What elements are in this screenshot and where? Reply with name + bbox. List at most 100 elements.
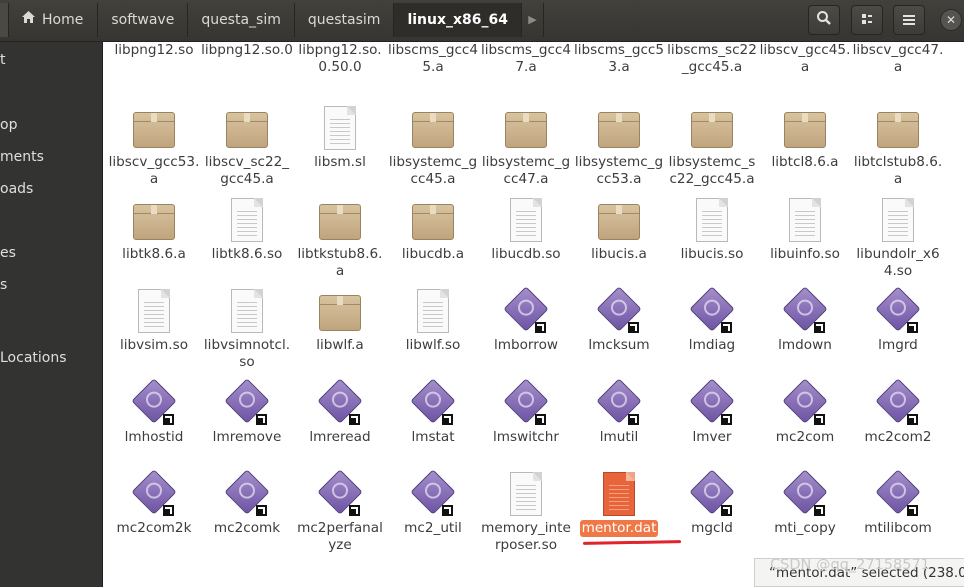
sidebar-item-desktop[interactable]: op bbox=[0, 117, 17, 133]
breadcrumb-home[interactable]: Home bbox=[9, 3, 99, 37]
file-item[interactable]: libpng12.so.0 bbox=[199, 42, 295, 59]
file-name: libtcl8.6.a bbox=[771, 154, 839, 170]
breadcrumb-questasim[interactable]: questasim bbox=[295, 3, 395, 37]
file-name: libscms_gcc53.a bbox=[573, 42, 665, 75]
file-name: libsystemc_gcc53.a bbox=[574, 154, 664, 187]
file-item[interactable]: mentor.dat bbox=[571, 470, 667, 537]
file-item[interactable]: lmutil bbox=[571, 378, 667, 446]
executable-icon bbox=[130, 469, 178, 518]
file-name: libtclstub8.6.a bbox=[853, 154, 943, 187]
sidebar-item-other-locations[interactable]: Locations bbox=[0, 350, 67, 366]
file-item[interactable]: libscms_gcc47.a bbox=[478, 42, 574, 76]
file-item[interactable]: lmver bbox=[664, 378, 760, 446]
file-item[interactable]: lmcksum bbox=[571, 286, 667, 354]
file-item[interactable]: lmremove bbox=[199, 378, 295, 446]
file-item[interactable]: libsystemc_gcc45.a bbox=[385, 104, 481, 188]
file-name: lmdown bbox=[778, 337, 832, 353]
breadcrumb-softwave[interactable]: softwave bbox=[98, 3, 189, 37]
file-name: libucis.so bbox=[680, 246, 744, 262]
archive-icon bbox=[130, 104, 178, 152]
file-item[interactable]: mc2com bbox=[757, 378, 853, 446]
file-item[interactable]: libscv_gcc45.a bbox=[757, 42, 853, 76]
file-item[interactable]: mgcld bbox=[664, 469, 760, 537]
sidebar-item-documents[interactable]: ments bbox=[0, 149, 44, 165]
archive-icon bbox=[130, 196, 178, 244]
sidebar-item-recent[interactable]: t bbox=[0, 52, 6, 68]
view-toggle-button[interactable] bbox=[851, 5, 883, 35]
breadcrumb-questa-sim[interactable]: questa_sim bbox=[188, 3, 295, 37]
file-item[interactable]: libuinfo.so bbox=[757, 196, 853, 263]
file-item[interactable]: mc2comk bbox=[199, 469, 295, 537]
executable-icon bbox=[502, 286, 550, 335]
file-name: mc2perfanalyze bbox=[297, 520, 383, 553]
file-item[interactable]: libucdb.a bbox=[385, 196, 481, 263]
file-item[interactable]: mc2com2k bbox=[106, 469, 202, 537]
file-item[interactable]: lmborrow bbox=[478, 286, 574, 354]
file-item[interactable]: lmgrd bbox=[850, 286, 946, 354]
executable-icon bbox=[316, 469, 364, 518]
executable-icon bbox=[316, 378, 364, 427]
file-item[interactable]: libtk8.6.a bbox=[106, 196, 202, 263]
menu-button[interactable] bbox=[893, 5, 925, 35]
file-item[interactable]: libucis.so bbox=[664, 196, 760, 263]
file-item[interactable]: libscms_gcc53.a bbox=[571, 42, 667, 76]
file-item[interactable]: libvsim.so bbox=[106, 287, 202, 354]
file-item[interactable]: mc2com2 bbox=[850, 378, 946, 446]
breadcrumb-right-arrow[interactable]: ▶ bbox=[522, 3, 544, 37]
file-item[interactable]: libvsimnotcl.so bbox=[199, 287, 295, 371]
file-item[interactable]: lmreread bbox=[292, 378, 388, 446]
file-item[interactable]: mc2perfanalyze bbox=[292, 469, 388, 554]
file-item[interactable]: lmdiag bbox=[664, 286, 760, 354]
close-window-button[interactable]: ✕ bbox=[940, 9, 962, 31]
file-item[interactable]: libucdb.so bbox=[478, 196, 574, 263]
file-item[interactable]: libwlf.so bbox=[385, 287, 481, 354]
file-name: lmstat bbox=[411, 429, 455, 445]
file-name: libscv_sc22_gcc45.a bbox=[204, 154, 290, 187]
archive-icon bbox=[688, 104, 736, 152]
file-item[interactable]: lmdown bbox=[757, 286, 853, 354]
file-item[interactable]: libsystemc_gcc47.a bbox=[478, 104, 574, 188]
file-item[interactable]: libsystemc_sc22_gcc45.a bbox=[664, 104, 760, 188]
sidebar-item-downloads[interactable]: oads bbox=[0, 181, 33, 197]
file-name: mtilibcom bbox=[864, 520, 932, 536]
file-item[interactable]: libtcl8.6.a bbox=[757, 104, 853, 171]
file-item[interactable]: lmswitchr bbox=[478, 378, 574, 446]
file-item[interactable]: libscms_sc22_gcc45.a bbox=[664, 42, 760, 76]
file-name: libwlf.so bbox=[405, 337, 461, 353]
text-document-icon bbox=[595, 470, 643, 518]
file-name: lmswitchr bbox=[492, 429, 559, 445]
file-item[interactable]: mti_copy bbox=[757, 469, 853, 537]
file-item[interactable]: mc2_util bbox=[385, 469, 481, 537]
file-item[interactable]: libpng12.so bbox=[106, 42, 202, 59]
executable-icon bbox=[781, 469, 829, 518]
search-button[interactable] bbox=[808, 5, 840, 35]
file-name: mti_copy bbox=[774, 520, 836, 536]
file-item[interactable]: libscms_gcc45.a bbox=[385, 42, 481, 76]
file-item[interactable]: libtkstub8.6.a bbox=[292, 196, 388, 280]
sidebar-item-pictures[interactable]: es bbox=[0, 245, 16, 261]
file-item[interactable]: libscv_gcc53.a bbox=[106, 104, 202, 188]
file-name: libundolr_x64.so bbox=[856, 246, 940, 279]
file-item[interactable]: libtk8.6.so bbox=[199, 196, 295, 263]
file-item[interactable]: libundolr_x64.so bbox=[850, 196, 946, 280]
file-item[interactable]: libtclstub8.6.a bbox=[850, 104, 946, 188]
document-icon bbox=[409, 287, 457, 335]
file-item[interactable]: libsm.sl bbox=[292, 104, 388, 171]
file-item[interactable]: lmstat bbox=[385, 378, 481, 446]
file-item[interactable]: libscv_sc22_gcc45.a bbox=[199, 104, 295, 188]
sidebar-item-videos[interactable]: s bbox=[0, 277, 7, 293]
file-item[interactable]: libsystemc_gcc53.a bbox=[571, 104, 667, 188]
file-item[interactable]: memory_interposer.so bbox=[478, 470, 574, 554]
file-item[interactable]: lmhostid bbox=[106, 378, 202, 446]
file-item[interactable]: mtilibcom bbox=[850, 469, 946, 537]
file-item[interactable]: libscv_gcc47.a bbox=[850, 42, 946, 76]
file-item[interactable]: libwlf.a bbox=[292, 287, 388, 354]
file-name: libvsimnotcl.so bbox=[203, 337, 291, 370]
file-name: lmhostid bbox=[124, 429, 184, 445]
hamburger-menu-icon bbox=[902, 11, 916, 30]
breadcrumb-left-arrow[interactable] bbox=[0, 3, 9, 37]
breadcrumb-linux-x86-64[interactable]: linux_x86_64 bbox=[394, 3, 522, 37]
file-item[interactable]: libpng12.so.0.50.0 bbox=[292, 42, 388, 76]
file-item[interactable]: libucis.a bbox=[571, 196, 667, 263]
file-name: libsystemc_sc22_gcc45.a bbox=[668, 154, 756, 187]
